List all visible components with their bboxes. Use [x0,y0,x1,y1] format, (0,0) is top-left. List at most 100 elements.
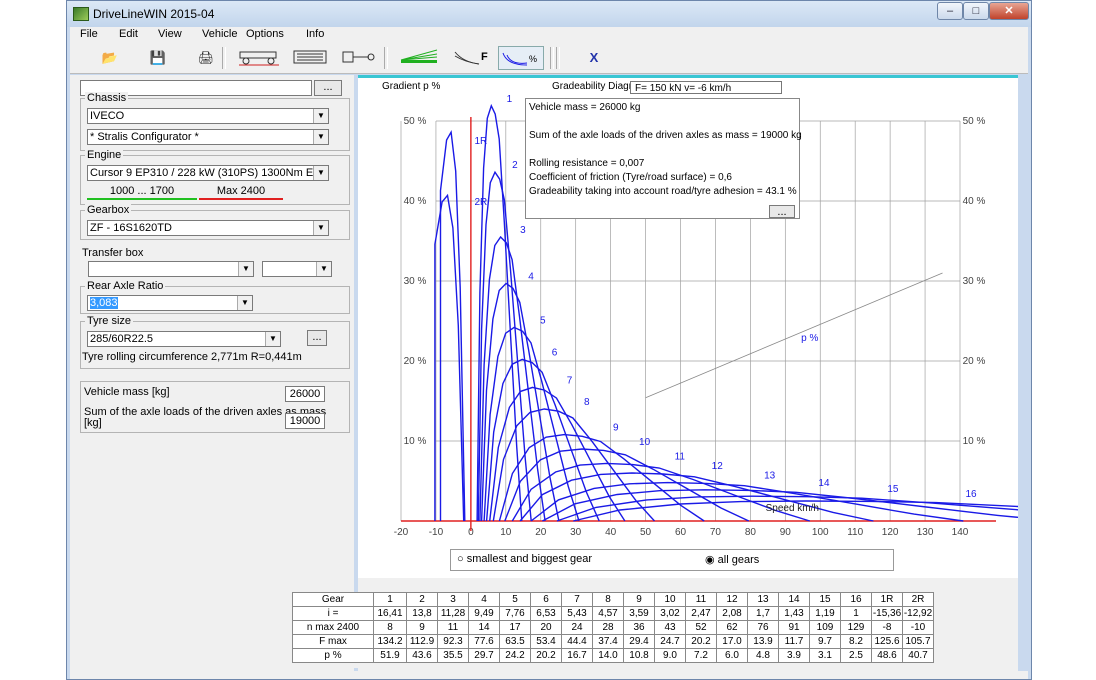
table-row-header: Gear [292,592,374,607]
table-cell: 29.4 [623,634,655,649]
x-tick-label: 60 [675,527,687,538]
gear-label-11: 11 [675,451,686,462]
table-cell: 17.0 [716,634,748,649]
axle-load-unit-label: [kg] [84,417,102,429]
table-cell: 15 [809,592,841,607]
chevron-down-icon: ▼ [316,262,331,276]
vehicle-mass-input[interactable]: 26000 [285,386,325,402]
chevron-down-icon: ▼ [313,109,328,123]
x-tick-label: 30 [570,527,582,538]
chassis-make-select[interactable]: IVECO ▼ [87,108,329,124]
table-cell: 105.7 [902,634,934,649]
table-cell: 5,43 [561,606,593,621]
table-row-header: F max [292,634,374,649]
table-cell: 28 [592,620,624,635]
gear-label-1: 1 [507,94,513,105]
tyre-details-button[interactable]: ... [307,330,327,346]
table-cell: 3.1 [809,648,841,663]
menu-vehicle[interactable]: Vehicle [202,28,237,40]
axle-load-input[interactable]: 19000 [285,413,325,429]
table-cell: -10 [902,620,934,635]
radio-all-gears[interactable]: ◉ all gears [705,553,759,566]
minimize-button[interactable]: – [937,2,963,20]
print-icon[interactable]: 🖨 [194,46,218,70]
gradeability-icon[interactable]: % [498,46,544,70]
transfer-box-select[interactable]: ▼ [88,261,254,277]
table-cell: -12,92 [902,606,934,621]
axle-ratio-select[interactable]: 3,083 ▼ [87,295,253,311]
truck-axle-icon[interactable] [236,46,282,70]
tyre-size-select[interactable]: 285/60R22.5 ▼ [87,331,281,347]
gear-label-14: 14 [818,478,830,489]
gearbox-label: Gearbox [85,204,132,216]
table-cell: 8 [592,592,624,607]
transfer-box-option-select[interactable]: ▼ [262,261,332,277]
table-row-header: i = [292,606,374,621]
gradeability-plot: -20 -10 0 10 20 30 40 50 60 70 80 90 100 110 120 130 140… [358,78,1096,578]
table-cell: 11 [685,592,717,607]
app-window: DriveLineWIN 2015-04 – □ ✕ File Edit Vie… [66,0,1096,680]
table-cell: 8 [373,620,407,635]
table-cell: 6,53 [530,606,562,621]
x-tick-label: 100 [812,527,829,538]
table-row-header: n max 2400 [292,620,374,635]
y-tick-label-left: 30 % [404,276,427,287]
table-cell: 16,41 [373,606,407,621]
gear-label-2R: 2R [474,197,487,208]
table-cell: 43 [654,620,686,635]
chassis-model-select[interactable]: * Stralis Configurator * ▼ [87,129,329,145]
menu-view[interactable]: View [158,28,182,40]
close-x-icon[interactable]: X [582,46,606,70]
save-icon[interactable]: 💾 [146,46,170,70]
engine-icon[interactable] [288,46,332,70]
table-cell: 3.9 [778,648,810,663]
y-tick-label-left: 40 % [404,196,427,207]
table-cell: 9 [406,620,438,635]
table-cell: 92.3 [437,634,469,649]
driveshaft-icon[interactable] [338,46,378,70]
gear-label-3: 3 [520,225,526,236]
table-cell: 20 [530,620,562,635]
table-cell: 10 [654,592,686,607]
popup-friction: Coefficient of friction (Tyre/road surfa… [529,172,732,183]
table-cell: 40.7 [902,648,934,663]
y-tick-label-left: 50 % [404,116,427,127]
open-folder-icon[interactable]: 📂 [98,46,122,70]
table-cell: 5 [499,592,531,607]
popup-more-button[interactable]: ... [769,205,795,218]
gear-display-options: ○ smallest and biggest gear ◉ all gears [450,549,894,571]
table-row: i = 16,41 13,8 11,28 9,49 7,76 6,53 5,43 4,57 3,5… [292,606,934,621]
green-curves-icon[interactable] [398,46,440,70]
menu-edit[interactable]: Edit [119,28,138,40]
engine-select[interactable]: Cursor 9 EP310 / 228 kW (310PS) 1300Nm E… [87,165,329,181]
gear-label-1R: 1R [474,136,487,147]
table-cell: 37.4 [592,634,624,649]
tractive-force-icon[interactable]: F [452,46,494,70]
radio-smallest-biggest[interactable]: ○ smallest and biggest gear [457,553,592,565]
table-cell: 4,57 [592,606,624,621]
x-tick-label: 120 [882,527,899,538]
table-cell: 13 [747,592,779,607]
gear-curve-2R [434,193,465,522]
menu-options[interactable]: Options [246,28,284,40]
close-button[interactable]: ✕ [989,2,1029,20]
table-cell: 52 [685,620,717,635]
table-cell: 63.5 [499,634,531,649]
y-tick-label-right: 10 % [963,436,986,447]
menu-bar: File Edit View Vehicle Options Info [70,27,1028,43]
popup-vehicle-mass: Vehicle mass = 26000 kg [529,102,641,113]
popup-gradeability: Gradeability taking into account road/ty… [529,186,797,197]
table-cell: 7,76 [499,606,531,621]
y-tick-label-left: 20 % [404,356,427,367]
menu-file[interactable]: File [80,28,98,40]
table-cell: 112.9 [406,634,438,649]
menu-info[interactable]: Info [306,28,324,40]
browse-button[interactable]: ... [314,80,342,96]
tyre-rolling-info: Tyre rolling circumference 2,771m R=0,44… [82,351,302,363]
gearbox-select[interactable]: ZF - 16S1620TD ▼ [87,220,329,236]
table-cell: 2.5 [840,648,872,663]
maximize-button[interactable]: □ [963,2,989,20]
table-cell: 29.7 [468,648,500,663]
table-cell: 11,28 [437,606,469,621]
x-tick-label: 80 [745,527,757,538]
